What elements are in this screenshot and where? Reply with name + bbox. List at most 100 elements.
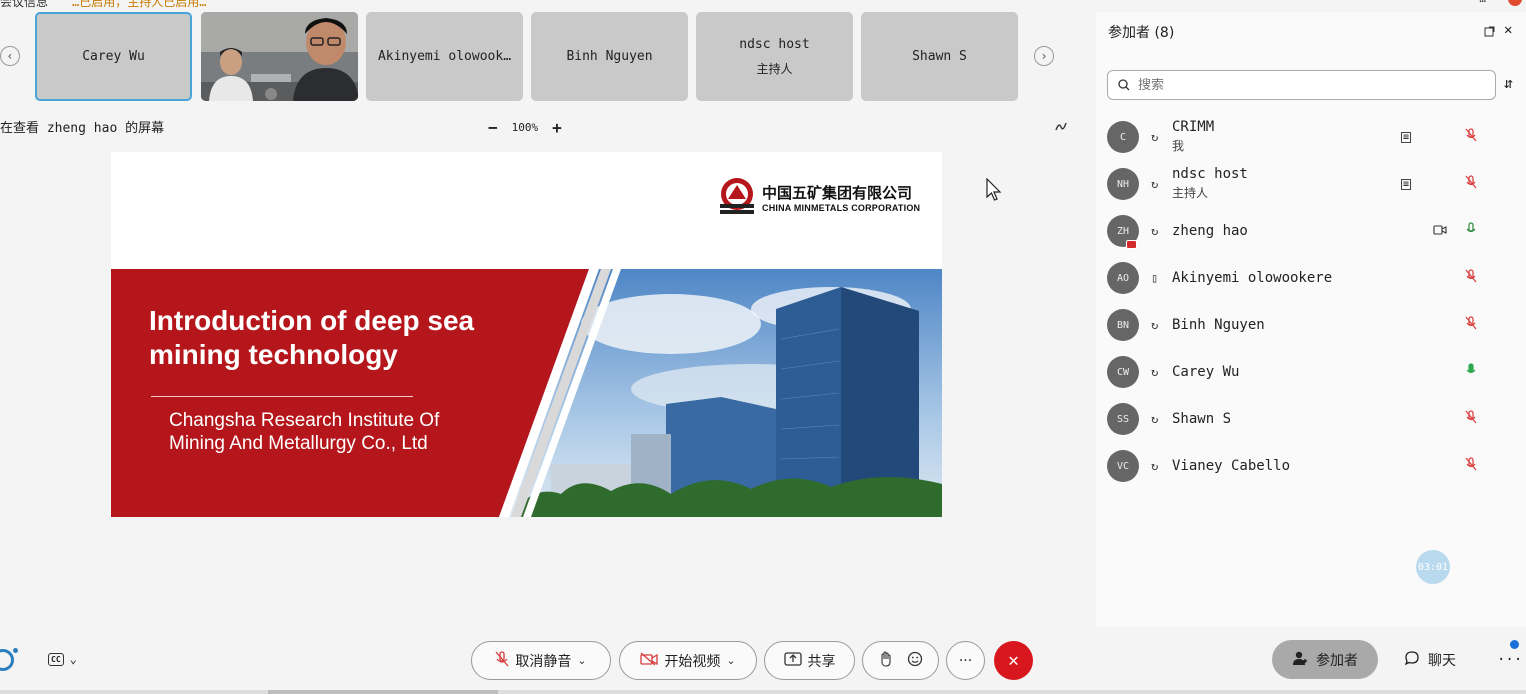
video-strip-next-button[interactable]: › (1034, 46, 1054, 66)
video-tile-shawn-s[interactable]: Shawn S (861, 12, 1018, 101)
meeting-toolbar: CC ⌄ 取消静音 ⌄ 开始视频 ⌄ 共享 ··· ✕ 参加者 聊天 ··· (0, 630, 1526, 694)
share-button[interactable]: 共享 (764, 641, 855, 680)
mic-muted-icon[interactable] (1465, 175, 1477, 193)
search-input[interactable] (1138, 77, 1468, 93)
video-tile-name: ndsc host (739, 36, 810, 52)
audio-connection-icon: ↻ (1151, 318, 1159, 332)
participant-name: Akinyemi olowookere (1172, 270, 1333, 286)
slide-organization: Changsha Research Institute Of Mining An… (169, 410, 440, 454)
more-options-button[interactable]: ··· (946, 641, 985, 680)
video-tile-carey-wu[interactable]: Carey Wu (35, 12, 192, 101)
meeting-time: … (1479, 0, 1486, 5)
closed-caption-icon: ≡ (1401, 131, 1412, 143)
participant-row[interactable]: ZH ↻ zheng hao (1096, 211, 1526, 251)
mouse-pointer-icon (986, 178, 1002, 201)
participant-row[interactable]: BN ↻ Binh Nguyen (1096, 305, 1526, 345)
slide-title: Introduction of deep sea mining technolo… (149, 305, 475, 370)
meeting-notice: …已启用，主持人已启用… (72, 0, 207, 8)
video-off-icon (640, 652, 659, 670)
audio-connection-icon: ↻ (1151, 365, 1159, 379)
closed-caption-icon: CC (48, 652, 64, 666)
video-tile-live-feed[interactable] (201, 12, 358, 101)
audio-connection-icon: ↻ (1151, 224, 1159, 238)
audio-connection-icon: ↻ (1151, 459, 1159, 473)
zoom-out-button[interactable]: − (488, 118, 498, 137)
video-tile-role: 主持人 (756, 61, 793, 76)
popout-icon[interactable] (1484, 26, 1495, 40)
close-icon[interactable]: ✕ (1504, 22, 1512, 38)
taskbar-segment (268, 690, 498, 694)
video-tile-binh-nguyen[interactable]: Binh Nguyen (531, 12, 688, 101)
video-tile-name: Shawn S (912, 49, 967, 64)
close-icon: ✕ (1008, 650, 1019, 671)
participant-name: Binh Nguyen (1172, 317, 1265, 333)
avatar-initials: ZH (1116, 225, 1130, 237)
participant-role: 我 (1172, 139, 1185, 153)
chevron-down-icon: ⌄ (69, 652, 77, 666)
zoom-in-button[interactable]: + (552, 118, 562, 137)
mic-muted-icon[interactable] (1465, 457, 1477, 475)
avatar: BN (1107, 309, 1139, 341)
meeting-info-label[interactable]: 会议信息 (0, 0, 48, 8)
chevron-down-icon[interactable]: ⌄ (577, 654, 586, 667)
chat-icon (1404, 650, 1420, 670)
mic-muted-icon[interactable] (1465, 269, 1477, 287)
unmute-button[interactable]: 取消静音 ⌄ (471, 641, 611, 680)
closed-caption-icon: ≡ (1401, 178, 1412, 190)
avatar: VC (1107, 450, 1139, 482)
participant-row[interactable]: SS ↻ Shawn S (1096, 399, 1526, 439)
camera-icon[interactable] (1433, 224, 1447, 238)
video-strip-prev-button[interactable]: ‹ (0, 46, 20, 66)
mic-muted-icon (495, 650, 509, 671)
chevron-down-icon[interactable]: ⌄ (726, 654, 735, 667)
recording-icon (1508, 0, 1522, 6)
video-tile-akinyemi[interactable]: Akinyemi olowook… (366, 12, 523, 101)
logo-english-name: CHINA MINMETALS CORPORATION (762, 202, 921, 213)
mic-muted-icon[interactable] (1465, 316, 1477, 334)
participant-search-field[interactable] (1107, 70, 1496, 100)
taskbar-edge (0, 690, 1526, 694)
avatar: AO (1107, 262, 1139, 294)
live-video-image (201, 12, 358, 101)
viewing-screen-label: 在查看 zheng hao 的屏幕 (0, 121, 165, 136)
participant-row[interactable]: C ↻ CRIMM 我 ≡ (1096, 117, 1526, 157)
avatar: ZH (1107, 215, 1139, 249)
slide-bottom-area (111, 517, 942, 619)
sort-icon[interactable]: ⇵ (1504, 74, 1513, 92)
participant-name: Vianey Cabello (1172, 458, 1291, 474)
leave-meeting-button[interactable]: ✕ (994, 641, 1033, 680)
avatar: C (1107, 121, 1139, 153)
start-video-button[interactable]: 开始视频 ⌄ (619, 641, 757, 680)
participant-row[interactable]: VC ↻ Vianey Cabello (1096, 446, 1526, 486)
participant-row[interactable]: NH ↻ ndsc host 主持人 ≡ (1096, 164, 1526, 204)
audio-connection-icon: ↻ (1151, 130, 1159, 144)
participants-toggle-button[interactable]: 参加者 (1272, 640, 1378, 679)
mic-speaking-icon[interactable] (1465, 363, 1477, 381)
mic-muted-icon[interactable] (1465, 128, 1477, 146)
audio-connection-icon: ↻ (1151, 177, 1159, 191)
video-tile-ndsc-host[interactable]: ndsc host 主持人 (696, 12, 853, 101)
annotate-icon[interactable] (1055, 120, 1067, 135)
mic-muted-icon[interactable] (1465, 410, 1477, 428)
top-strip: 会议信息 …已启用，主持人已启用… … (0, 0, 1526, 8)
search-icon (1118, 79, 1130, 91)
slide-divider (151, 396, 413, 397)
minmetals-emblem-icon (720, 178, 754, 214)
participant-name: Shawn S (1172, 411, 1232, 427)
captions-button[interactable]: CC ⌄ (48, 652, 77, 666)
sharing-badge-icon (1126, 240, 1137, 249)
avatar: CW (1107, 356, 1139, 388)
mic-on-icon[interactable] (1465, 222, 1477, 240)
participant-row[interactable]: AO ▯ Akinyemi olowookere (1096, 258, 1526, 298)
share-label: 共享 (807, 653, 836, 670)
overflow-menu-button[interactable]: ··· (1497, 652, 1522, 668)
participant-row[interactable]: CW ↻ Carey Wu (1096, 352, 1526, 392)
video-tile-name: Carey Wu (82, 49, 145, 64)
app-logo-icon (0, 649, 14, 671)
share-screen-icon (783, 651, 802, 670)
chat-button[interactable]: 聊天 (1392, 640, 1468, 679)
raise-hand-icon[interactable] (879, 650, 893, 671)
unmute-label: 取消静音 (515, 653, 572, 670)
emoji-reaction-icon[interactable] (907, 651, 923, 671)
participants-icon (1292, 650, 1308, 670)
